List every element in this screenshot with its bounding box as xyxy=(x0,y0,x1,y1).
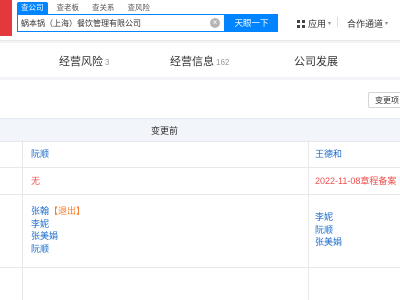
nav-label: 公司发展 xyxy=(294,56,338,68)
before-list: 张翰【退出】 李妮 张美娟 阮顺 xyxy=(31,205,85,255)
row-divider xyxy=(0,267,400,268)
menu-divider xyxy=(337,17,338,27)
change-item-filter[interactable]: 变更项 xyxy=(368,92,400,108)
nav-operating-info[interactable]: 经营信息 162 xyxy=(170,53,229,69)
person-link[interactable]: 阮顺 xyxy=(315,224,342,237)
search-box: × xyxy=(17,14,225,32)
list-item[interactable]: 张翰【退出】 xyxy=(31,205,85,218)
chevron-down-icon: ▾ xyxy=(385,21,389,27)
person-link[interactable]: 张翰 xyxy=(31,206,49,216)
before-value: 无 xyxy=(31,176,41,186)
nav-label: 经营信息 xyxy=(170,56,214,68)
column-divider xyxy=(22,140,23,300)
nav-count: 3 xyxy=(105,58,110,67)
search-tabs: 查公司 查老板 查关系 查风险 xyxy=(17,2,159,14)
app-menu-label: 应用 xyxy=(308,19,327,29)
table-header: 变更前 xyxy=(0,118,400,142)
channel-menu-label: 合作通道 xyxy=(347,19,384,29)
tab-boss[interactable]: 查老板 xyxy=(53,2,84,14)
tab-relation[interactable]: 查关系 xyxy=(88,2,119,14)
app-menu[interactable]: 应用 ▾ xyxy=(297,17,331,30)
exit-tag: 【退出】 xyxy=(49,206,86,216)
change-record-card: 变更项 变更前 阮顺 王德和 无 2022-11-08章程备案 张翰【退出】 李… xyxy=(0,80,400,300)
column-divider xyxy=(308,140,309,300)
person-link[interactable]: 张美娟 xyxy=(315,236,342,249)
nav-company-development[interactable]: 公司发展 xyxy=(294,53,340,69)
row-divider xyxy=(0,194,400,195)
row-divider xyxy=(0,167,400,168)
section-nav: 经营风险 3 经营信息 162 公司发展 xyxy=(0,43,400,77)
search-button[interactable]: 天眼一下 xyxy=(225,14,278,32)
top-header: 查公司 查老板 查关系 查风险 × 天眼一下 应用 ▾ 合作通道 ▾ xyxy=(0,0,400,41)
channel-menu[interactable]: 合作通道 ▾ xyxy=(347,17,388,30)
after-value: 2022-11-08章程备案 xyxy=(315,176,397,186)
before-value[interactable]: 阮顺 xyxy=(31,148,49,161)
tab-company[interactable]: 查公司 xyxy=(17,2,48,14)
person-link[interactable]: 张美娟 xyxy=(31,230,85,243)
search-input[interactable] xyxy=(18,15,204,31)
nav-count: 162 xyxy=(216,58,230,67)
tab-risk[interactable]: 查风险 xyxy=(124,2,155,14)
nav-operating-risk[interactable]: 经营风险 3 xyxy=(59,53,109,69)
after-list: 李妮 阮顺 张美娟 xyxy=(315,211,342,249)
chevron-down-icon: ▾ xyxy=(328,21,332,27)
person-link[interactable]: 李妮 xyxy=(31,218,85,231)
grid-icon xyxy=(297,19,305,28)
brand-logo[interactable] xyxy=(0,0,12,36)
person-link[interactable]: 阮顺 xyxy=(31,243,85,256)
person-link[interactable]: 李妮 xyxy=(315,211,342,224)
column-before: 变更前 xyxy=(151,126,179,136)
clear-icon[interactable]: × xyxy=(210,18,220,28)
after-value[interactable]: 王德和 xyxy=(315,148,342,161)
nav-label: 经营风险 xyxy=(59,56,103,68)
